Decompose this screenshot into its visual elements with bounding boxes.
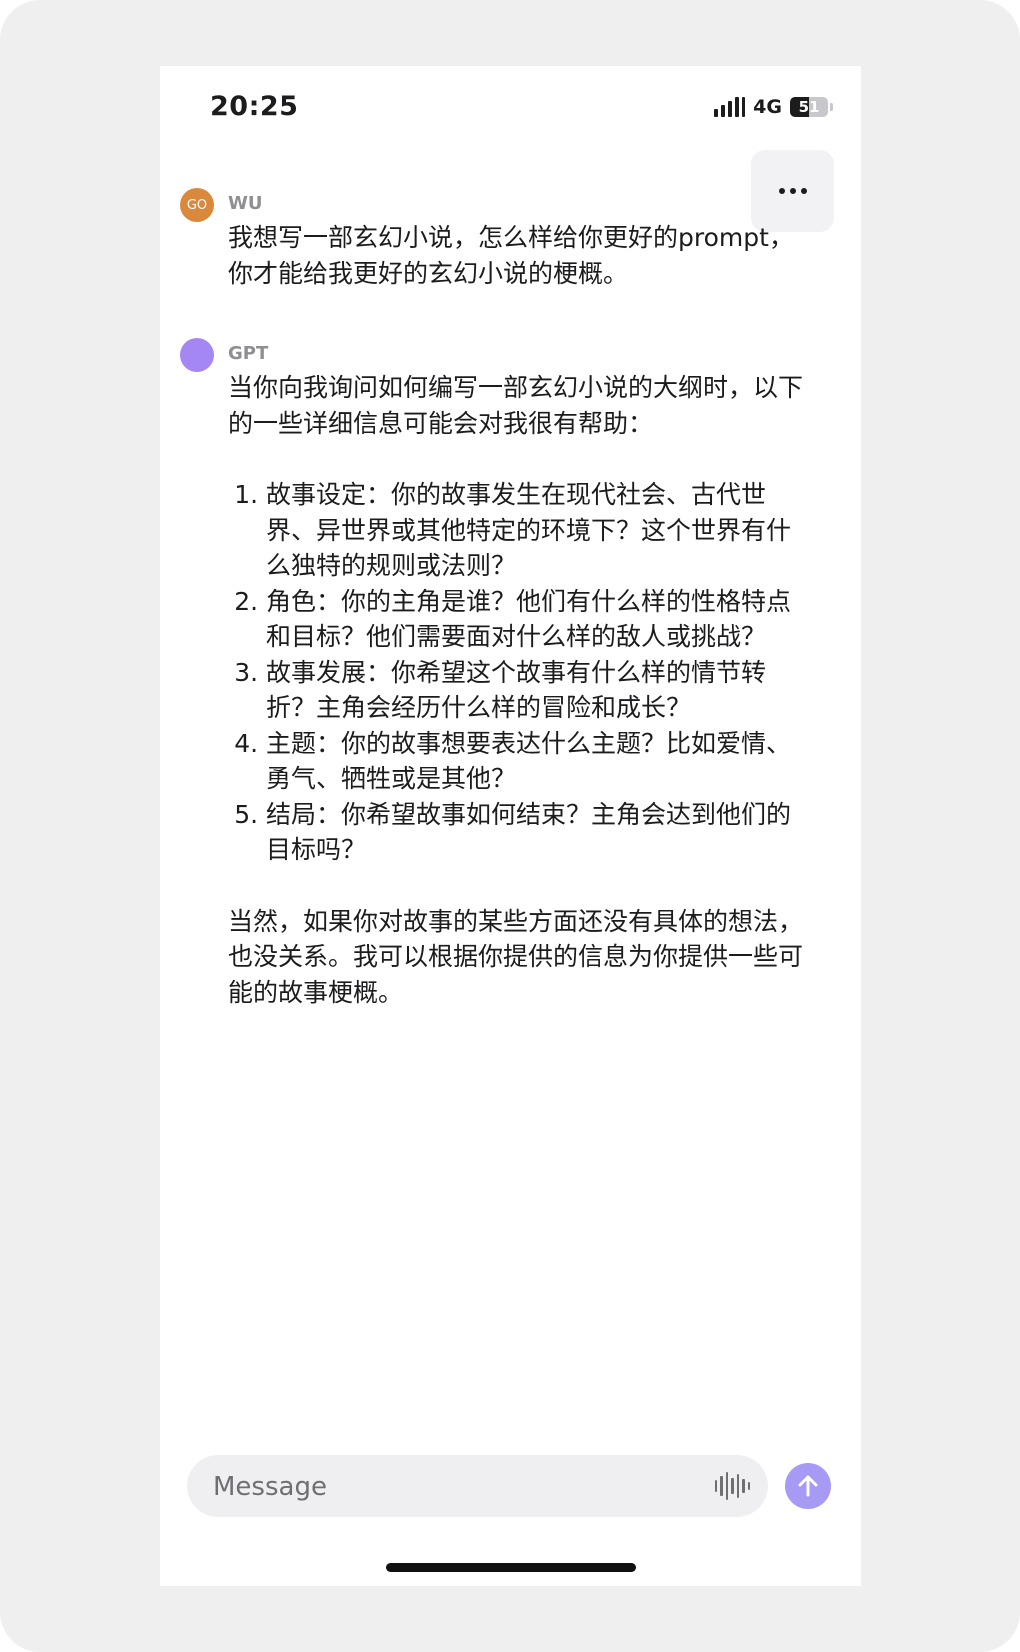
message-input[interactable]	[211, 1455, 685, 1519]
assistant-closing: 当然，如果你对故事的某些方面还没有具体的想法，也没关系。我可以根据你提供的信息为…	[228, 906, 804, 1007]
assistant-list: 故事设定：你的故事发生在现代社会、古代世界、异世界或其他特定的环境下？这个世界有…	[228, 477, 808, 868]
list-item: 故事发展：你希望这个故事有什么样的情节转折？主角会经历什么样的冒险和成长？	[266, 655, 808, 726]
device-frame: 20:25 4G 51 GO WU 我想写一部玄幻小说，怎么样给你更好的prom…	[0, 0, 1020, 1652]
send-button[interactable]	[785, 1463, 831, 1509]
assistant-intro: 当你向我询问如何编写一部玄幻小说的大纲时，以下的一些详细信息可能会对我很有帮助：	[228, 373, 804, 438]
battery-icon: 51	[790, 97, 828, 117]
list-item: 结局：你希望故事如何结束？主角会达到他们的目标吗？	[266, 797, 808, 868]
user-message-text: 我想写一部玄幻小说，怎么样给你更好的prompt，你才能给我更好的玄幻小说的梗概…	[228, 223, 794, 288]
network-type: 4G	[753, 96, 782, 118]
phone-screen: 20:25 4G 51 GO WU 我想写一部玄幻小说，怎么样给你更好的prom…	[160, 66, 861, 1586]
more-horizontal-icon	[778, 188, 785, 194]
assistant-message-text: 当你向我询问如何编写一部玄幻小说的大纲时，以下的一些详细信息可能会对我很有帮助：…	[228, 370, 808, 1010]
list-item: 角色：你的主角是谁？他们有什么样的性格特点和目标？他们需要面对什么样的敌人或挑战…	[266, 584, 808, 655]
assistant-avatar	[180, 338, 214, 372]
arrow-up-icon	[798, 1475, 818, 1497]
list-item: 故事设定：你的故事发生在现代社会、古代世界、异世界或其他特定的环境下？这个世界有…	[266, 477, 808, 584]
assistant-name: GPT	[228, 343, 269, 364]
status-indicators: 4G 51	[714, 96, 833, 118]
battery-tip	[830, 103, 833, 111]
user-avatar: GO	[180, 188, 214, 222]
signal-icon	[714, 97, 746, 117]
message-composer	[187, 1455, 768, 1519]
battery-level: 51	[798, 98, 820, 116]
user-name: WU	[228, 193, 263, 214]
home-indicator[interactable]	[386, 1563, 636, 1572]
list-item: 主题：你的故事想要表达什么主题？比如爱情、勇气、牺牲或是其他？	[266, 726, 808, 797]
waveform-icon[interactable]	[714, 1471, 750, 1501]
status-time: 20:25	[210, 91, 299, 122]
